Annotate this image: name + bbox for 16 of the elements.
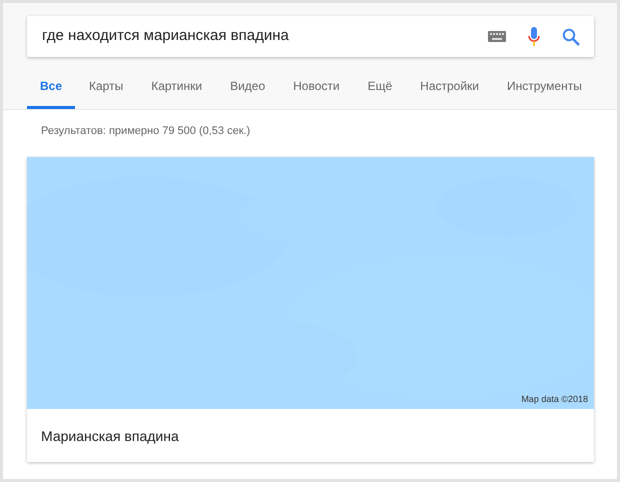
search-field[interactable]: где находится марианская впадина (27, 16, 594, 57)
tab[interactable]: Настройки (420, 77, 479, 109)
tab[interactable]: Инструменты (507, 77, 582, 109)
result-stats: Результатов: примерно 79 500 (0,53 сек.) (41, 124, 252, 139)
card-title[interactable]: Марианская впадина (27, 408, 594, 462)
microphone-icon[interactable] (528, 26, 540, 46)
search-icon[interactable] (562, 28, 580, 46)
tab[interactable]: Картинки (151, 77, 202, 109)
tab[interactable]: Видео (230, 77, 266, 109)
map-attribution: Map data ©2018 (521, 393, 588, 406)
tab[interactable]: Все (27, 77, 76, 109)
keyboard-icon[interactable] (488, 31, 506, 42)
tab[interactable]: Карты (89, 77, 124, 109)
search-input[interactable]: где находится марианская впадина (42, 25, 488, 48)
tab[interactable]: Ещё (368, 77, 392, 109)
tab[interactable]: Новости (293, 77, 340, 109)
